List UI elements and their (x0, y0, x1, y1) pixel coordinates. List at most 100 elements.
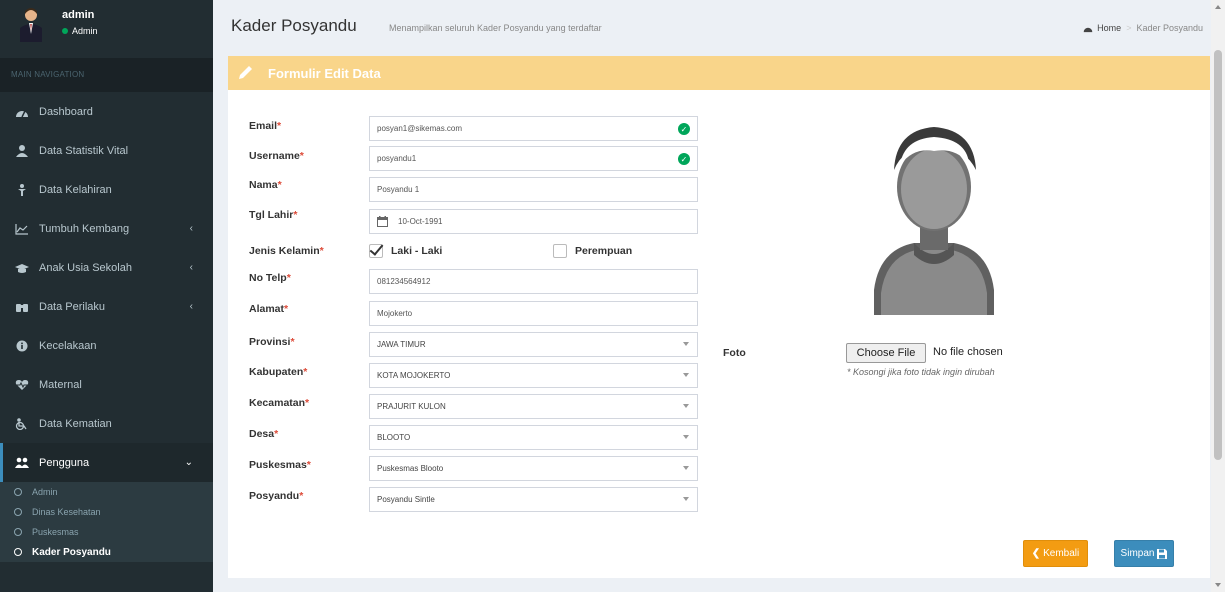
nama-input[interactable]: Posyandu 1 (369, 177, 698, 202)
menu-pengguna[interactable]: Pengguna ⌄ (0, 443, 213, 482)
menu-maternal[interactable]: Maternal (0, 365, 213, 404)
menu-label: Data Statistik Vital (39, 144, 129, 157)
menu-anak-usia-sekolah[interactable]: Anak Usia Sekolah ‹ (0, 248, 213, 287)
chevron-left-icon: ‹ (189, 301, 193, 312)
floppy-disk-icon (1157, 548, 1168, 559)
tgl-lahir-input[interactable]: 10-Oct-1991 (369, 209, 698, 234)
caret-down-icon (683, 404, 689, 408)
caret-down-icon (683, 342, 689, 346)
label-puskesmas: Puskesmas* (249, 459, 311, 471)
caret-down-icon (683, 497, 689, 501)
user-name: admin (62, 9, 95, 21)
no-telp-input[interactable]: 081234564912 (369, 269, 698, 294)
gender-options: Laki - Laki Perempuan (369, 242, 632, 260)
submenu-item-kader-posyandu[interactable]: Kader Posyandu (0, 542, 213, 562)
menu-tumbuh-kembang[interactable]: Tumbuh Kembang ‹ (0, 209, 213, 248)
choose-file-button[interactable]: Choose File (846, 343, 926, 363)
label-kecamatan: Kecamatan* (249, 397, 310, 409)
breadcrumb: Home > Kader Posyandu (1083, 23, 1203, 33)
submenu-pengguna: Admin Dinas Kesehatan Puskesmas Kader Po… (0, 482, 213, 562)
label-kabupaten: Kabupaten* (249, 366, 308, 378)
provinsi-select[interactable]: JAWA TIMUR (369, 332, 698, 357)
desa-select[interactable]: BLOOTO (369, 425, 698, 450)
label-alamat: Alamat* (249, 303, 289, 315)
circle-icon (14, 548, 22, 556)
gender-female-radio[interactable] (553, 244, 567, 258)
user-avatar (20, 6, 42, 42)
form-box: Formulir Edit Data Email* posyan1@sikema… (228, 56, 1210, 578)
label-provinsi: Provinsi* (249, 336, 295, 348)
menu-kecelakaan[interactable]: Kecelakaan (0, 326, 213, 365)
check-circle-icon: ✓ (678, 123, 690, 135)
chevron-left-icon: ‹ (189, 262, 193, 273)
child-icon (18, 183, 26, 196)
gender-female-label: Perempuan (575, 245, 633, 257)
menu-data-statistik-vital[interactable]: Data Statistik Vital (0, 131, 213, 170)
breadcrumb-separator: > (1126, 23, 1132, 33)
kecamatan-select[interactable]: PRAJURIT KULON (369, 394, 698, 419)
submenu-item-admin[interactable]: Admin (0, 482, 213, 502)
email-input[interactable]: posyan1@sikemas.com ✓ (369, 116, 698, 141)
username-input[interactable]: posyandu1 ✓ (369, 146, 698, 171)
scrollbar-thumb[interactable] (1214, 50, 1222, 460)
circle-icon (14, 488, 22, 496)
menu-label: Dashboard (39, 105, 93, 118)
file-status: No file chosen (933, 346, 1003, 358)
page-title: Kader Posyandu (231, 16, 357, 35)
menu-data-perilaku[interactable]: Data Perilaku ‹ (0, 287, 213, 326)
nav-header: MAIN NAVIGATION (0, 58, 213, 92)
sidebar: admin Admin MAIN NAVIGATION Dashboard Da… (0, 0, 213, 592)
dashboard-icon (1083, 27, 1093, 32)
page-subtitle: Menampilkan seluruh Kader Posyandu yang … (389, 23, 602, 33)
foto-hint: * Kosongi jika foto tidak ingin dirubah (847, 367, 995, 377)
calendar-icon (377, 216, 388, 227)
caret-down-icon (683, 435, 689, 439)
menu-data-kematian[interactable]: Data Kematian (0, 404, 213, 443)
menu-label: Maternal (39, 378, 82, 391)
mortarboard-icon (15, 263, 29, 273)
user-icon (16, 144, 28, 157)
content-header: Kader Posyandu Menampilkan seluruh Kader… (228, 16, 1208, 44)
back-button[interactable]: ❮ Kembali (1023, 540, 1088, 567)
save-button[interactable]: Simpan (1114, 540, 1174, 567)
menu-label: Tumbuh Kembang (39, 222, 130, 235)
caret-down-icon (683, 466, 689, 470)
label-username: Username* (249, 150, 304, 162)
menu-dashboard[interactable]: Dashboard (0, 92, 213, 131)
submenu-item-dinas-kesehatan[interactable]: Dinas Kesehatan (0, 502, 213, 522)
puskesmas-select[interactable]: Puskesmas Blooto (369, 456, 698, 481)
label-tgl-lahir: Tgl Lahir* (249, 209, 298, 221)
menu-label: Anak Usia Sekolah (39, 261, 132, 274)
pencil-icon (239, 66, 252, 79)
label-no-telp: No Telp* (249, 272, 291, 284)
page-scrollbar[interactable] (1211, 0, 1225, 592)
users-icon (15, 457, 29, 468)
menu-label: Kecelakaan (39, 339, 97, 352)
label-posyandu: Posyandu* (249, 490, 304, 502)
user-panel: admin Admin (0, 0, 213, 58)
gender-male-label: Laki - Laki (391, 245, 443, 257)
submenu-item-puskesmas[interactable]: Puskesmas (0, 522, 213, 542)
alamat-input[interactable]: Mojokerto (369, 301, 698, 326)
label-nama: Nama* (249, 179, 282, 191)
chevron-down-icon: ⌄ (184, 457, 193, 468)
scroll-up-icon[interactable] (1215, 5, 1221, 9)
menu-data-kelahiran[interactable]: Data Kelahiran (0, 170, 213, 209)
heartbeat-icon (15, 379, 29, 390)
dashboard-icon (16, 110, 28, 117)
check-circle-icon: ✓ (678, 153, 690, 165)
breadcrumb-current: Kader Posyandu (1136, 23, 1203, 33)
gender-male-radio[interactable] (369, 244, 383, 258)
breadcrumb-home[interactable]: Home (1097, 23, 1121, 33)
line-chart-icon (15, 223, 28, 235)
posyandu-select[interactable]: Posyandu Sintle (369, 487, 698, 512)
profile-photo-placeholder (834, 115, 1034, 315)
form-header: Formulir Edit Data (228, 56, 1210, 90)
form-title: Formulir Edit Data (268, 65, 381, 81)
scroll-down-icon[interactable] (1215, 583, 1221, 587)
circle-icon (14, 528, 22, 536)
label-desa: Desa* (249, 428, 279, 440)
label-foto: Foto (723, 347, 746, 359)
label-jenis-kelamin: Jenis Kelamin* (249, 245, 324, 257)
kabupaten-select[interactable]: KOTA MOJOKERTO (369, 363, 698, 388)
